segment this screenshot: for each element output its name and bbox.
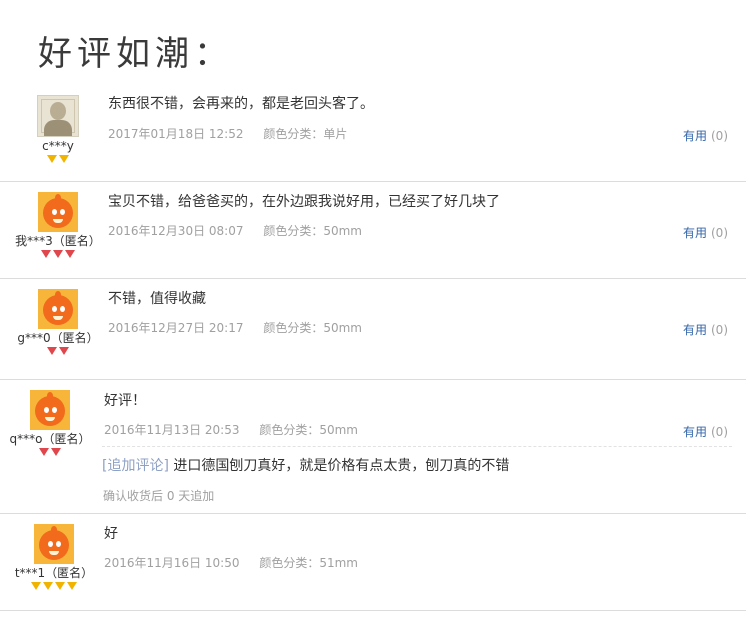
reviewer-rank-icons xyxy=(8,250,108,260)
useful-count: (0) xyxy=(711,129,728,143)
review-item: 我***3（匿名） 宝贝不错，给爸爸买的，在外边跟我说好用，已经买了好几块了 2… xyxy=(0,182,746,279)
review-text: 东西很不错，会再来的，都是老回头客了。 xyxy=(108,96,374,112)
reviewer-info: g***0（匿名） xyxy=(8,289,108,357)
review-date: 2016年12月27日 20:17 xyxy=(108,321,244,335)
color-category: 颜色分类：单片 xyxy=(263,127,348,141)
color-category: 颜色分类：50mm xyxy=(263,321,362,335)
useful-count: (0) xyxy=(711,323,728,337)
useful-count: (0) xyxy=(711,226,728,240)
review-date: 2016年11月13日 20:53 xyxy=(104,423,240,437)
reviewer-name: t***1（匿名） xyxy=(14,566,94,580)
color-category: 颜色分类：50mm xyxy=(259,423,358,437)
review-item: t***1（匿名） 好 2016年11月16日 10:50 颜色分类：51mm xyxy=(0,514,746,611)
reviewer-name: q***o（匿名） xyxy=(9,432,91,446)
reviewer-rank-icons xyxy=(0,448,100,458)
avatar[interactable] xyxy=(38,289,78,329)
reviewer-info: t***1（匿名） xyxy=(4,524,104,592)
color-category: 颜色分类：50mm xyxy=(263,224,362,238)
review-date: 2016年12月30日 08:07 xyxy=(108,224,244,238)
append-divider xyxy=(102,446,732,447)
reviewer-rank-icons xyxy=(8,347,108,357)
reviewer-name: 我***3（匿名） xyxy=(15,234,101,248)
useful-label[interactable]: 有用 xyxy=(683,323,707,337)
reviewer-info: 我***3（匿名） xyxy=(8,192,108,260)
review-text: 不错，值得收藏 xyxy=(108,291,206,307)
review-meta: 2017年01月18日 12:52 颜色分类：单片 xyxy=(108,127,347,141)
useful-button[interactable]: 有用 (0) xyxy=(683,423,728,440)
useful-label[interactable]: 有用 xyxy=(683,425,707,439)
review-date: 2017年01月18日 12:52 xyxy=(108,127,244,141)
avatar[interactable] xyxy=(37,95,79,137)
review-item: c***y 东西很不错，会再来的，都是老回头客了。 2017年01月18日 12… xyxy=(0,82,746,182)
reviewer-rank-icons xyxy=(8,155,108,165)
useful-count: (0) xyxy=(711,425,728,439)
avatar[interactable] xyxy=(30,390,70,430)
review-text: 好评！ xyxy=(104,393,146,409)
append-review: [追加评论] 进口德国刨刀真好，就是价格有点太贵，刨刀真的不错 xyxy=(102,457,509,475)
review-meta: 2016年12月27日 20:17 颜色分类：50mm xyxy=(108,321,362,335)
page-title: 好评如潮： xyxy=(38,34,233,74)
reviewer-name: c***y xyxy=(42,139,74,153)
review-text: 好 xyxy=(104,526,118,542)
useful-label[interactable]: 有用 xyxy=(683,129,707,143)
useful-button[interactable]: 有用 (0) xyxy=(683,321,728,338)
review-meta: 2016年11月16日 10:50 颜色分类：51mm xyxy=(104,556,358,570)
append-text: 进口德国刨刀真好，就是价格有点太贵，刨刀真的不错 xyxy=(173,458,510,474)
useful-button[interactable]: 有用 (0) xyxy=(683,127,728,144)
avatar[interactable] xyxy=(38,192,78,232)
review-meta: 2016年11月13日 20:53 颜色分类：50mm xyxy=(104,423,358,437)
reviewer-info: q***o（匿名） xyxy=(0,390,100,458)
review-date: 2016年11月16日 10:50 xyxy=(104,556,240,570)
avatar[interactable] xyxy=(34,524,74,564)
review-meta: 2016年12月30日 08:07 颜色分类：50mm xyxy=(108,224,362,238)
useful-label[interactable]: 有用 xyxy=(683,226,707,240)
reviewer-name: g***0（匿名） xyxy=(17,331,99,345)
review-item: q***o（匿名） 好评！ 2016年11月13日 20:53 颜色分类：50m… xyxy=(0,380,746,514)
review-item: g***0（匿名） 不错，值得收藏 2016年12月27日 20:17 颜色分类… xyxy=(0,279,746,380)
append-note: 确认收货后 0 天追加 xyxy=(103,489,215,503)
review-text: 宝贝不错，给爸爸买的，在外边跟我说好用，已经买了好几块了 xyxy=(108,194,500,210)
append-tag: [追加评论] xyxy=(102,458,169,474)
reviewer-rank-icons xyxy=(4,582,104,592)
reviewer-info: c***y xyxy=(8,95,108,165)
useful-button[interactable]: 有用 (0) xyxy=(683,224,728,241)
color-category: 颜色分类：51mm xyxy=(259,556,358,570)
